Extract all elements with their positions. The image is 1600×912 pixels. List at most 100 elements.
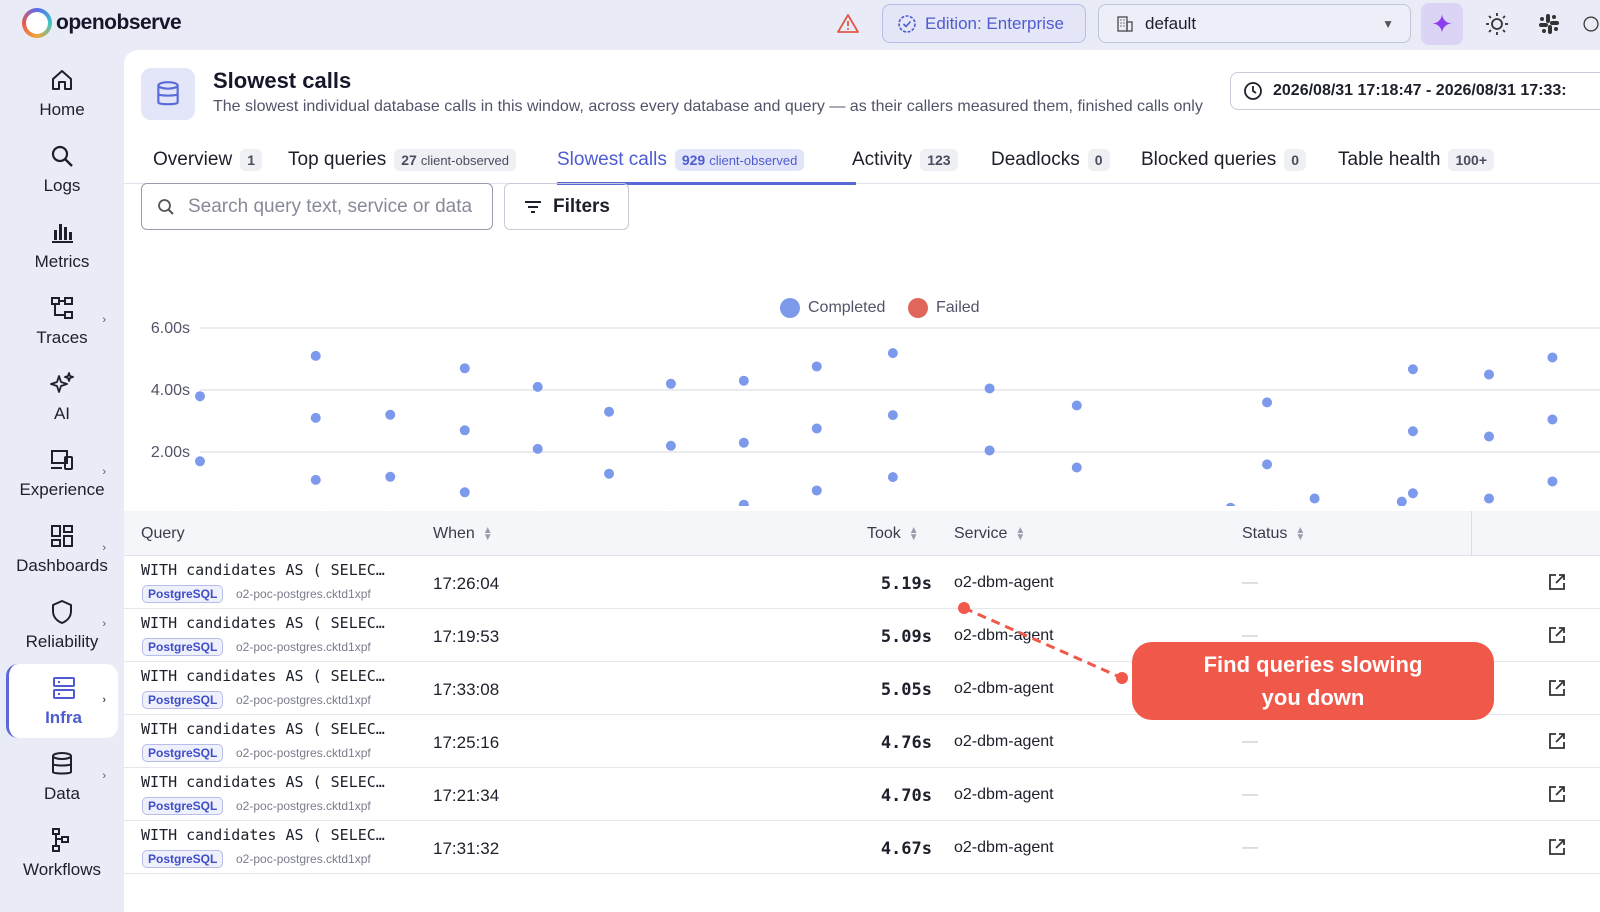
sidebar-item-traces[interactable]: Traces › — [6, 284, 118, 358]
date-range-picker[interactable]: 2026/08/31 17:18:47 - 2026/08/31 17:33: — [1230, 72, 1600, 110]
tab-deadlocks[interactable]: Deadlocks 0 — [991, 136, 1110, 184]
tab-blocked-queries[interactable]: Blocked queries 0 — [1141, 136, 1306, 184]
app-logo[interactable]: openobserve — [22, 8, 182, 38]
workflow-icon — [52, 828, 69, 852]
data-point — [1484, 369, 1495, 380]
status-cell: — — [1242, 733, 1258, 750]
sidebar-item-home[interactable]: Home — [6, 56, 118, 130]
sidebar-item-experience[interactable]: Experience › — [6, 436, 118, 510]
tab-count-note: client-observed — [709, 153, 798, 168]
help-button[interactable] — [1582, 9, 1600, 39]
table-row[interactable]: WITH candidates AS ( SELEC… PostgreSQL o2-… — [124, 769, 1600, 821]
main-panel: Slowest calls The slowest individual dat… — [124, 50, 1600, 912]
sort-icon: ▲ ▼ — [1295, 525, 1306, 543]
tab-slowest-calls[interactable]: Slowest calls 929 client-observed — [557, 136, 805, 184]
tab-count-badge: 123 — [920, 149, 958, 171]
sidebar-item-reliability[interactable]: Reliability › — [6, 588, 118, 662]
sidebar-item-label: Reliability — [25, 632, 99, 651]
open-external-icon[interactable] — [1546, 571, 1568, 593]
logo-text: openobserve — [56, 11, 182, 34]
devices-icon — [51, 450, 73, 470]
data-point — [1225, 502, 1236, 506]
dashboard-icon — [51, 525, 73, 547]
tab-count: 100+ — [1455, 152, 1488, 168]
open-external-icon[interactable] — [1546, 677, 1568, 699]
theme-toggle-button[interactable] — [1482, 9, 1512, 39]
query-text: WITH candidates AS ( SELEC… — [141, 667, 385, 685]
tab-activity[interactable]: Activity 123 — [852, 136, 958, 184]
sidebar-item-infra[interactable]: Infra › — [6, 664, 118, 738]
sidebar-item-label: Dashboards — [16, 556, 108, 575]
tab-overview[interactable]: Overview 1 — [153, 136, 262, 184]
sidebar-item-label: Logs — [43, 176, 81, 195]
ai-assistant-button[interactable]: ✦ — [1421, 3, 1463, 45]
sidebar-item-metrics[interactable]: Metrics — [6, 208, 118, 282]
db-host: o2-poc-postgres.cktd1xpf — [236, 587, 371, 601]
database-icon — [52, 752, 72, 775]
sparkle-icon: ✦ — [1431, 8, 1453, 39]
sidebar-item-label: Metrics — [34, 252, 90, 271]
db-type-badge: PostgreSQL — [142, 744, 224, 762]
data-point — [1484, 431, 1495, 442]
data-point — [738, 499, 749, 506]
table-row[interactable]: WITH candidates AS ( SELEC… PostgreSQL o2-… — [124, 822, 1600, 874]
data-point — [532, 381, 543, 392]
sidebar-item-label: Traces — [36, 328, 88, 347]
db-type-badge: PostgreSQL — [142, 638, 224, 656]
db-host: o2-poc-postgres.cktd1xpf — [236, 746, 371, 760]
tab-count-badge: 0 — [1284, 149, 1306, 171]
when-cell: 17:31:32 — [433, 839, 500, 858]
edition-badge[interactable]: Edition: Enterprise — [882, 4, 1086, 43]
data-point — [459, 487, 470, 498]
open-external-icon[interactable] — [1546, 624, 1568, 646]
db-type-badge: PostgreSQL — [142, 691, 224, 709]
search-placeholder: Search query text, service or data — [188, 195, 473, 217]
sidebar-item-label: Infra — [45, 708, 82, 727]
sidebar-item-logs[interactable]: Logs — [6, 132, 118, 206]
search-input[interactable]: Search query text, service or data — [141, 183, 493, 230]
table-row[interactable]: WITH candidates AS ( SELEC… PostgreSQL o2-… — [124, 557, 1600, 609]
filters-label: Filters — [552, 195, 611, 217]
table-row[interactable]: WITH candidates AS ( SELEC… PostgreSQL o2-… — [124, 716, 1600, 768]
tab-count: 929 — [681, 152, 706, 168]
org-label: default — [1145, 13, 1197, 33]
open-external-icon[interactable] — [1546, 730, 1568, 752]
tab-label: Table health — [1338, 149, 1441, 170]
tab-count-badge: 0 — [1087, 149, 1110, 171]
took-cell: 5.19s — [880, 574, 932, 594]
column-header-service[interactable]: Service ▲ ▼ — [954, 525, 1025, 543]
top-bar: openobserve Edition: Enterprise default … — [0, 0, 1600, 48]
tab-table-health[interactable]: Table health 100+ — [1338, 136, 1495, 184]
data-point — [1547, 414, 1558, 425]
when-cell: 17:21:34 — [433, 786, 500, 805]
tab-count: 123 — [927, 152, 951, 168]
tab-count-badge: 1 — [240, 149, 262, 171]
filters-button[interactable]: Filters — [504, 183, 629, 230]
warning-icon[interactable] — [836, 12, 860, 36]
column-header-took[interactable]: Took ▲ ▼ — [867, 525, 919, 543]
page-subtitle: The slowest individual database calls in… — [213, 98, 1203, 115]
query-text: WITH candidates AS ( SELEC… — [141, 826, 385, 844]
org-selector[interactable]: default ▼ — [1098, 4, 1411, 43]
sidebar-item-ai[interactable]: AI — [6, 360, 118, 434]
sidebar-item-dashboards[interactable]: Dashboards › — [6, 512, 118, 586]
scatter-plot: 6.00s4.00s2.00s0us17:21:0117:23:5417:25:… — [151, 320, 1600, 506]
tab-count: 1 — [247, 152, 255, 168]
query-text: WITH candidates AS ( SELEC… — [141, 720, 385, 738]
chevron-right-icon: › — [102, 770, 106, 782]
tab-label: Top queries — [288, 149, 387, 170]
db-host: o2-poc-postgres.cktd1xpf — [236, 799, 371, 813]
open-external-icon[interactable] — [1546, 836, 1568, 858]
sidebar-item-workflows[interactable]: Workflows — [6, 816, 118, 890]
column-header-query[interactable]: Query — [141, 525, 185, 543]
help-icon — [1583, 16, 1599, 32]
tab-top-queries[interactable]: Top queries 27 client-observed — [288, 136, 516, 184]
open-external-icon[interactable] — [1546, 783, 1568, 805]
data-point — [604, 406, 615, 417]
data-point — [1262, 397, 1273, 408]
sidebar-item-label: Data — [44, 784, 80, 803]
slack-button[interactable] — [1534, 9, 1564, 39]
sidebar-item-data[interactable]: Data › — [6, 740, 118, 814]
column-header-status[interactable]: Status ▲ ▼ — [1242, 525, 1305, 543]
column-header-when[interactable]: When ▲ ▼ — [433, 525, 493, 543]
